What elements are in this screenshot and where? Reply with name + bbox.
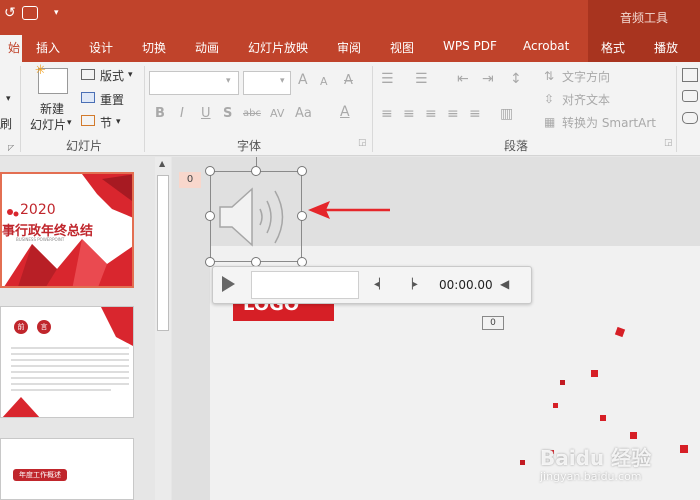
bullets-icon[interactable]: ☰	[381, 71, 394, 87]
text-direction-button[interactable]: 文字方向	[562, 68, 610, 85]
smartart-icon[interactable]: ▦	[544, 115, 555, 129]
strikethrough-button[interactable]: abc	[243, 108, 261, 119]
align-left-icon[interactable]: ≡	[381, 106, 393, 122]
scrollbar-thumb[interactable]	[157, 175, 169, 331]
change-case-button[interactable]: Aa	[295, 106, 312, 121]
speaker-icon	[219, 187, 284, 247]
tab-acrobat[interactable]: Acrobat	[523, 39, 569, 53]
slide-1-subtitle: BUSINESS POWERPOINT	[16, 237, 65, 242]
pane-collapse-icon[interactable]: ◸	[8, 143, 14, 152]
underline-button[interactable]: U	[201, 106, 211, 121]
justify-icon[interactable]: ≡	[447, 106, 459, 122]
align-right-icon[interactable]: ≡	[425, 106, 437, 122]
drawing-rect-icon[interactable]	[682, 90, 698, 102]
paragraph-group-label: 段落	[504, 139, 529, 153]
italic-button[interactable]: I	[180, 106, 184, 121]
reset-button[interactable]: 重置	[100, 91, 124, 108]
section-icon[interactable]	[81, 115, 95, 126]
shadow-button[interactable]: S	[223, 106, 232, 121]
new-slide-label[interactable]: 新建	[40, 100, 64, 117]
tab-home[interactable]: 始	[0, 35, 22, 62]
grow-font-icon[interactable]: A	[298, 72, 308, 88]
drawing-textbox-icon[interactable]	[682, 68, 698, 82]
layout-icon[interactable]	[81, 69, 95, 80]
pointer-arrow-annotation	[308, 201, 390, 219]
tab-wps-pdf[interactable]: WPS PDF	[443, 39, 497, 53]
undo-icon[interactable]: ↺	[4, 5, 16, 21]
font-name-dropdown-icon[interactable]: ▾	[226, 76, 231, 86]
reset-icon[interactable]	[81, 92, 95, 103]
smartart-button[interactable]: 转换为 SmartArt	[562, 114, 656, 131]
tab-format[interactable]: 格式	[601, 39, 625, 56]
volume-icon[interactable]: ◀	[500, 277, 509, 291]
distribute-icon[interactable]: ≡	[469, 106, 481, 122]
present-icon[interactable]	[22, 6, 38, 20]
thumbnails-scrollbar[interactable]: ▲	[155, 157, 171, 500]
watermark-url: jingyan.baidu.com	[540, 470, 642, 483]
watermark-brand: Baidu 经验	[540, 446, 652, 470]
tab-transitions[interactable]: 切换	[142, 39, 166, 56]
slides-group-label: 幻灯片	[66, 139, 103, 153]
decrease-indent-icon[interactable]: ⇤	[457, 71, 469, 87]
char-spacing-button[interactable]: AV	[270, 107, 284, 120]
section-dropdown-icon[interactable]: ▾	[116, 117, 121, 127]
slide-thumbnail-2[interactable]: 前 言	[0, 306, 134, 418]
font-color-button[interactable]: A	[340, 104, 350, 120]
slide-2-badge-b: 言	[37, 320, 51, 334]
align-center-icon[interactable]: ≡	[403, 106, 415, 122]
layout-button[interactable]: 版式	[100, 67, 124, 84]
paste-dropdown-icon[interactable]: ▾	[6, 94, 11, 104]
quick-access-dropdown-icon[interactable]: ▾	[54, 8, 59, 18]
align-text-icon[interactable]: ⇳	[544, 92, 554, 106]
tab-slideshow[interactable]: 幻灯片放映	[248, 39, 308, 56]
progress-track[interactable]	[251, 271, 359, 299]
audio-tools-label: 音频工具	[619, 11, 668, 25]
line-spacing-icon[interactable]: ↕	[510, 71, 522, 87]
shrink-font-icon[interactable]: A	[320, 75, 328, 88]
tab-design[interactable]: 设计	[89, 39, 113, 56]
tab-animations[interactable]: 动画	[195, 39, 219, 56]
drawing-roundrect-icon[interactable]	[682, 112, 698, 124]
section-button[interactable]: 节	[100, 114, 112, 131]
tab-playback[interactable]: 播放	[654, 39, 678, 56]
columns-icon[interactable]: ▥	[500, 106, 513, 122]
tab-view[interactable]: 视图	[390, 39, 414, 56]
tab-review[interactable]: 审阅	[337, 39, 361, 56]
font-dialog-launcher-icon[interactable]: ◲	[358, 138, 367, 148]
play-button-icon[interactable]	[222, 276, 235, 292]
format-painter-label[interactable]: 刷	[0, 115, 12, 132]
font-size-dropdown-icon[interactable]: ▾	[280, 76, 285, 86]
align-text-button[interactable]: 对齐文本	[562, 91, 610, 108]
tab-insert[interactable]: 插入	[36, 39, 60, 56]
scroll-up-icon[interactable]: ▲	[159, 159, 165, 168]
anchor-number-tag: 0	[482, 316, 504, 330]
bold-button[interactable]: B	[155, 106, 165, 121]
slide-2-badge-a: 前	[14, 320, 28, 334]
text-direction-icon[interactable]: ⇅	[544, 69, 554, 83]
increase-indent-icon[interactable]: ⇥	[482, 71, 494, 87]
layout-dropdown-icon[interactable]: ▾	[128, 70, 133, 80]
new-slide-dropdown-icon[interactable]: ▾	[67, 118, 72, 128]
new-slide-label-2[interactable]: 幻灯片	[30, 116, 66, 133]
slide-thumbnail-3[interactable]: 年度工作概述	[0, 438, 134, 500]
clear-format-icon[interactable]: A	[344, 73, 353, 88]
numbering-icon[interactable]: ☰	[415, 71, 428, 87]
playback-time: 00:00.00	[439, 278, 493, 292]
paragraph-dialog-launcher-icon[interactable]: ◲	[664, 138, 673, 148]
slide-number-tag: 0	[179, 172, 201, 188]
new-slide-icon[interactable]: ✳	[35, 63, 68, 94]
slide-3-item: 年度工作概述	[13, 469, 67, 481]
skip-forward-icon[interactable]: ▕▸	[405, 279, 418, 290]
font-group-label: 字体	[237, 139, 262, 153]
skip-back-icon[interactable]: ◂▏	[374, 279, 387, 290]
slide-1-year: 2020	[20, 202, 56, 218]
slide-thumbnail-1[interactable]: 2020 事行政年终总结 BUSINESS POWERPOINT	[0, 172, 134, 288]
